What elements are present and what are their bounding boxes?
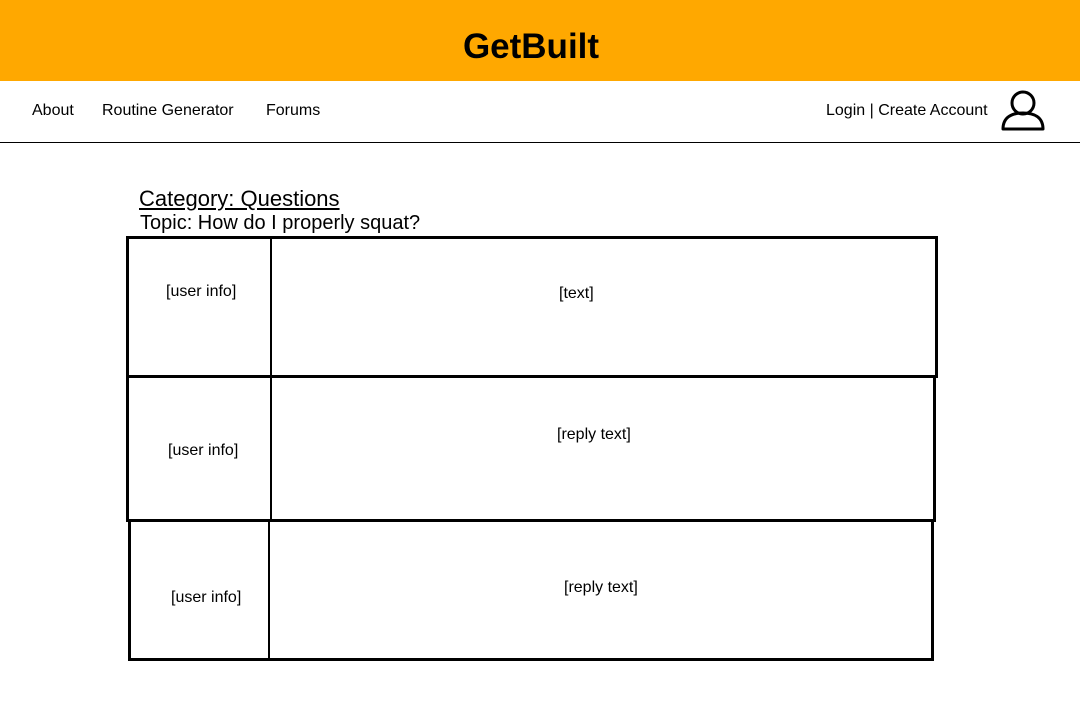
- nav-about-link[interactable]: About: [32, 101, 74, 121]
- post-divider: [270, 239, 272, 375]
- nav-routine-generator-link[interactable]: Routine Generator: [102, 101, 234, 121]
- post-user-info: [user info]: [166, 283, 237, 300]
- site-title[interactable]: GetBuilt: [0, 26, 1062, 68]
- nav-forums-link[interactable]: Forums: [266, 101, 320, 121]
- post-user-info: [user info]: [168, 442, 239, 459]
- post-divider: [268, 522, 270, 658]
- login-link[interactable]: Login: [826, 102, 865, 119]
- post-user-info: [user info]: [171, 589, 242, 606]
- reply-text: [reply text]: [557, 426, 631, 443]
- reply-text: [reply text]: [564, 579, 638, 596]
- create-account-link[interactable]: Create Account: [878, 102, 987, 119]
- nav-bar: About Routine Generator Forums Login | C…: [0, 81, 1080, 143]
- site-header: GetBuilt: [0, 0, 1080, 81]
- thread-topic: Topic: How do I properly squat?: [140, 212, 421, 234]
- user-icon[interactable]: [1000, 90, 1046, 132]
- post-reply: [user info] [reply text]: [128, 519, 934, 661]
- post-original: [user info] [text]: [126, 236, 938, 378]
- post-reply: [user info] [reply text]: [126, 375, 936, 522]
- auth-separator: |: [865, 102, 879, 119]
- post-text: [text]: [559, 285, 594, 302]
- thread-category: Category: Questions: [139, 186, 340, 211]
- auth-links: Login | Create Account: [826, 101, 988, 121]
- post-divider: [270, 378, 272, 519]
